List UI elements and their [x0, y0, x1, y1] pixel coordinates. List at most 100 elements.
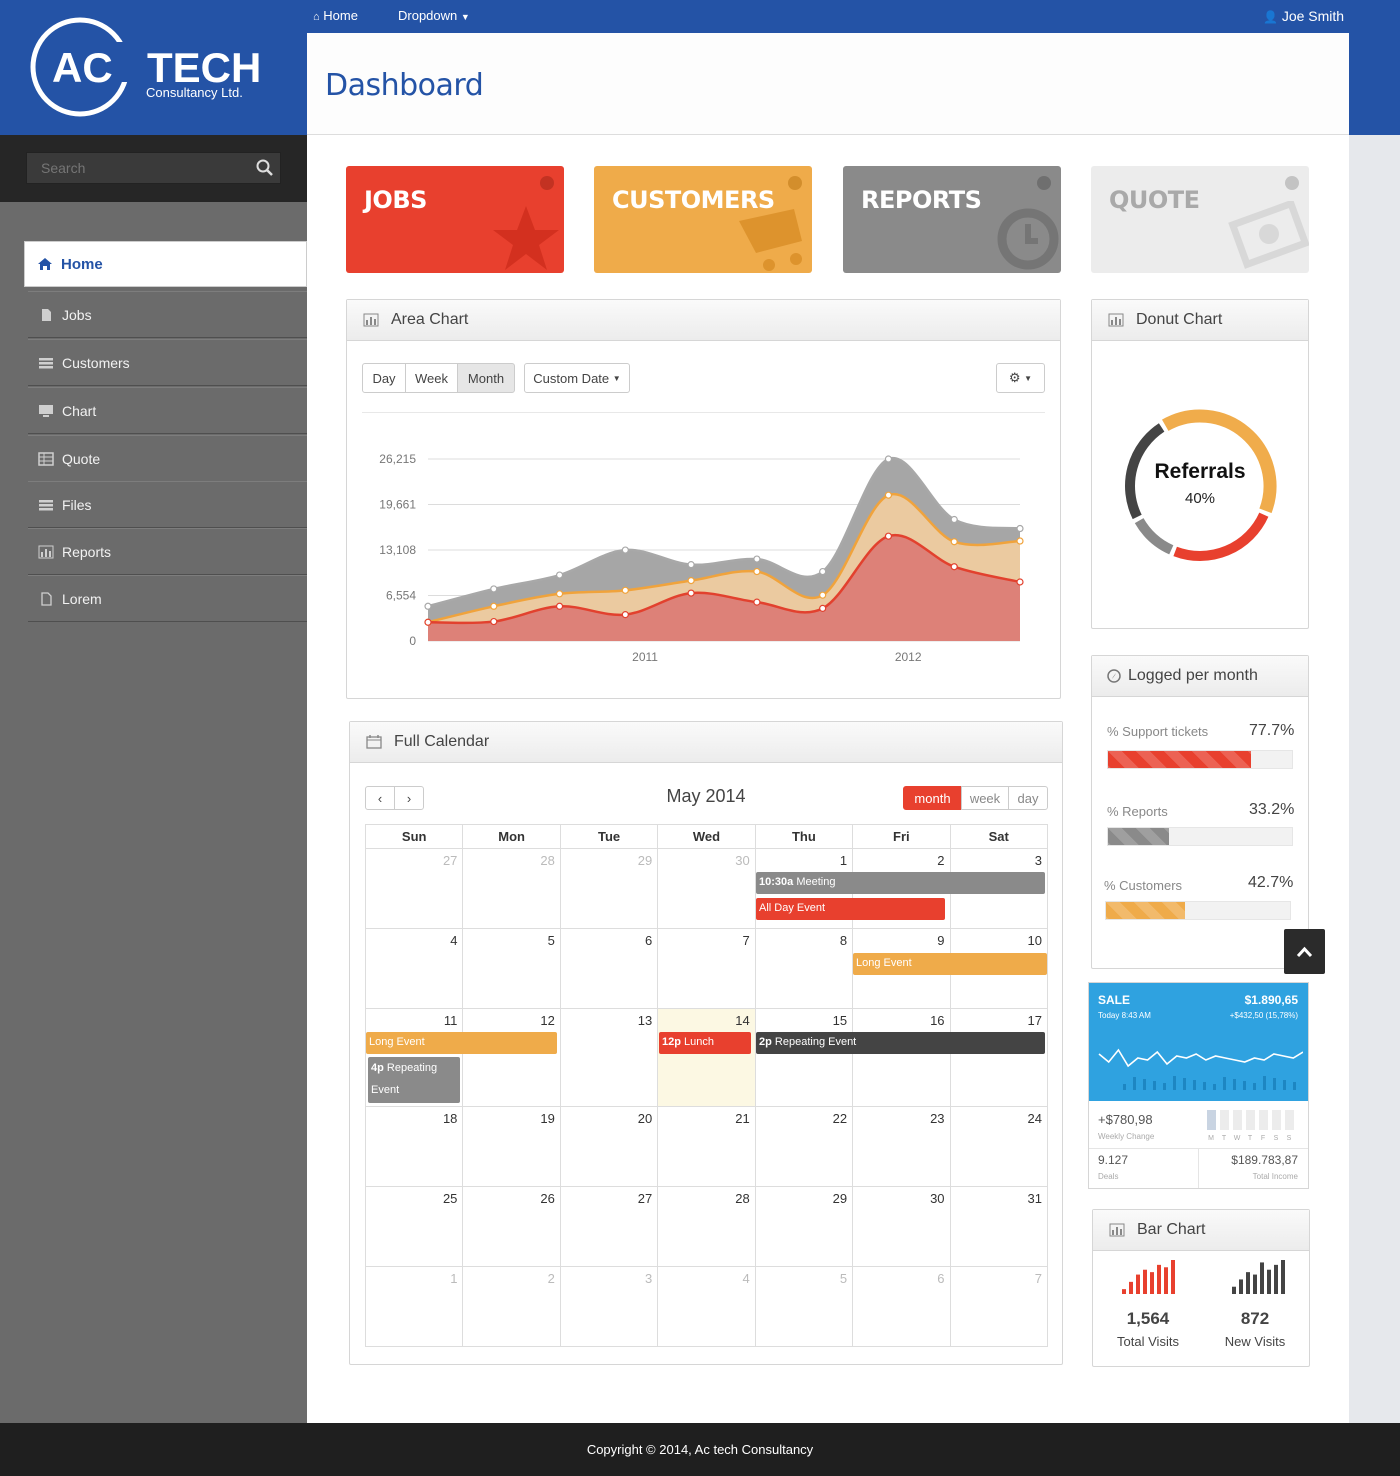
sidebar-item-quote[interactable]: Quote	[28, 435, 307, 482]
calendar-week-row: 18 19 20 21 22 23 24	[364, 1106, 1049, 1187]
calendar-event-all-day[interactable]: All Day Event	[756, 898, 945, 920]
calendar-day-cell[interactable]: 17	[949, 1008, 1049, 1107]
mini-bar	[1267, 1269, 1271, 1294]
deals-label: Deals	[1098, 1172, 1119, 1181]
weekly-bar	[1259, 1110, 1268, 1130]
calendar-day-cell[interactable]: 30	[852, 1186, 951, 1267]
calendar-week-row: 11 12 13 14 15 16 17	[364, 1008, 1049, 1107]
calendar-day-cell[interactable]: 29	[559, 848, 659, 929]
calendar-grid: Sun Mon Tue Wed Thu Fri Sat 27 28 29 30 1 2 3 4 5 6 7 8 9 1…	[364, 824, 1049, 1347]
sidebar-item-customers[interactable]: Customers	[28, 339, 307, 386]
calendar-day-cell[interactable]: 7	[657, 928, 756, 1009]
user-menu[interactable]: 👤 Joe Smith	[1263, 8, 1344, 24]
calendar-day-cell[interactable]: 6	[559, 928, 659, 1009]
view-day-button[interactable]: day	[1008, 786, 1048, 810]
calendar-prev-button[interactable]: ‹	[365, 786, 395, 810]
calendar-event-repeating-2[interactable]: 2p Repeating Event	[756, 1032, 1045, 1054]
scroll-to-top-button[interactable]	[1284, 929, 1325, 974]
calendar-day-cell[interactable]: 29	[754, 1186, 854, 1267]
calendar-day-cell[interactable]: 7	[949, 1266, 1049, 1347]
tile-quote[interactable]: QUOTE	[1091, 166, 1309, 273]
event-title: All Day Event	[759, 902, 826, 914]
calendar-day-cell[interactable]: 2	[462, 1266, 561, 1347]
topnav-dropdown[interactable]: Dropdown ▼	[398, 8, 470, 23]
mini-bar	[1232, 1286, 1236, 1294]
search-input[interactable]	[26, 152, 281, 184]
sidebar-item-home[interactable]: Home	[24, 241, 307, 287]
calendar-day-cell[interactable]: 23	[852, 1106, 951, 1187]
calendar-day-cell[interactable]: 16	[852, 1008, 951, 1107]
calendar-day-cell[interactable]: 24	[949, 1106, 1049, 1187]
calendar-event-repeating-1[interactable]: 4p Repeating Event	[368, 1057, 460, 1103]
range-day-button[interactable]: Day	[362, 363, 406, 393]
sidebar-item-label: Customers	[62, 354, 130, 371]
calendar-day-cell[interactable]: 13	[559, 1008, 659, 1107]
event-title: Long Event	[856, 957, 912, 969]
calendar-day-cell[interactable]: 4	[364, 928, 464, 1009]
tile-reports[interactable]: REPORTS	[843, 166, 1061, 273]
area-point	[555, 571, 564, 579]
sidebar-item-jobs[interactable]: Jobs	[28, 291, 307, 338]
calendar-day-cell[interactable]: 21	[657, 1106, 756, 1187]
sidebar-item-chart[interactable]: Chart	[28, 387, 307, 434]
area-point	[819, 591, 827, 599]
calendar-day-cell[interactable]: 27	[559, 1186, 659, 1267]
tile-label: QUOTE	[1109, 186, 1200, 214]
weekday-label: S	[1274, 1135, 1279, 1142]
calendar-day-cell[interactable]: 12	[462, 1008, 561, 1107]
calendar-event-meeting[interactable]: 10:30a Meeting	[756, 872, 1045, 894]
weekday-label: W	[1234, 1135, 1241, 1142]
calendar-day-cell[interactable]: 8	[754, 928, 854, 1009]
range-week-button[interactable]: Week	[405, 363, 458, 393]
range-month-button[interactable]: Month	[457, 363, 515, 393]
calendar-day-cell[interactable]: 3	[559, 1266, 659, 1347]
calendar-day-cell[interactable]: 20	[559, 1106, 659, 1187]
calendar-day-cell[interactable]: 22	[754, 1106, 854, 1187]
logged-label: Support tickets	[1122, 724, 1209, 739]
calendar-day-cell[interactable]: 30	[657, 848, 756, 929]
search-icon[interactable]	[256, 159, 274, 177]
calendar-day-cell[interactable]: 4	[657, 1266, 756, 1347]
calendar-day-cell[interactable]: 5	[462, 928, 561, 1009]
calendar-day-cell[interactable]: 28	[657, 1186, 756, 1267]
calendar-day-cell[interactable]: 19	[462, 1106, 561, 1187]
calendar-day-cell[interactable]: 6	[852, 1266, 951, 1347]
company-logo[interactable]: AC TECH Consultancy Ltd.	[30, 12, 280, 122]
calendar-event-long-1[interactable]: Long Event	[853, 953, 1047, 975]
chart-settings-button[interactable]: ⚙ ▼	[996, 363, 1045, 393]
sidebar-item-reports[interactable]: Reports	[28, 528, 307, 575]
custom-date-dropdown[interactable]: Custom Date ▼	[524, 363, 630, 393]
panel-title: Area Chart	[391, 311, 469, 328]
calendar-day-cell[interactable]: 18	[364, 1106, 464, 1187]
view-month-button[interactable]: month	[903, 786, 962, 810]
tile-customers[interactable]: CUSTOMERS	[594, 166, 812, 273]
donut-chart	[1125, 409, 1277, 561]
calendar-event-long-2[interactable]: Long Event	[366, 1032, 557, 1054]
area-point	[555, 590, 564, 598]
sidebar-item-files[interactable]: Files	[28, 481, 307, 528]
sidebar-item-lorem[interactable]: Lorem	[28, 575, 307, 622]
sale-bar	[1143, 1079, 1146, 1090]
calendar-day-cell[interactable]: 1	[364, 1266, 464, 1347]
view-week-button[interactable]: week	[961, 786, 1009, 810]
sidebar-item-label: Jobs	[62, 306, 92, 323]
calendar-day-cell[interactable]: 14	[657, 1008, 756, 1107]
calendar-day-cell[interactable]: 28	[462, 848, 561, 929]
area-point	[555, 602, 564, 610]
calendar-day-cell[interactable]: 26	[462, 1186, 561, 1267]
logo-tech-text: TECH	[147, 44, 261, 91]
new-visits-label: New Visits	[1224, 1334, 1286, 1349]
calendar-day-cell[interactable]: 5	[754, 1266, 854, 1347]
weekday-label: F	[1261, 1135, 1265, 1142]
calendar-day-cell[interactable]: 15	[754, 1008, 854, 1107]
tile-jobs[interactable]: JOBS	[346, 166, 564, 273]
calendar-next-button[interactable]: ›	[394, 786, 424, 810]
topnav-home[interactable]: ⌂ Home	[313, 8, 358, 23]
weekly-bar	[1207, 1110, 1216, 1130]
calendar-day-cell[interactable]: 31	[949, 1186, 1049, 1267]
area-point	[424, 602, 432, 610]
calendar-day-cell[interactable]: 27	[364, 848, 464, 929]
calendar-day-cell[interactable]: 25	[364, 1186, 464, 1267]
calendar-event-lunch[interactable]: 12p Lunch	[659, 1032, 751, 1054]
bar-chart-icon	[1109, 1223, 1125, 1237]
